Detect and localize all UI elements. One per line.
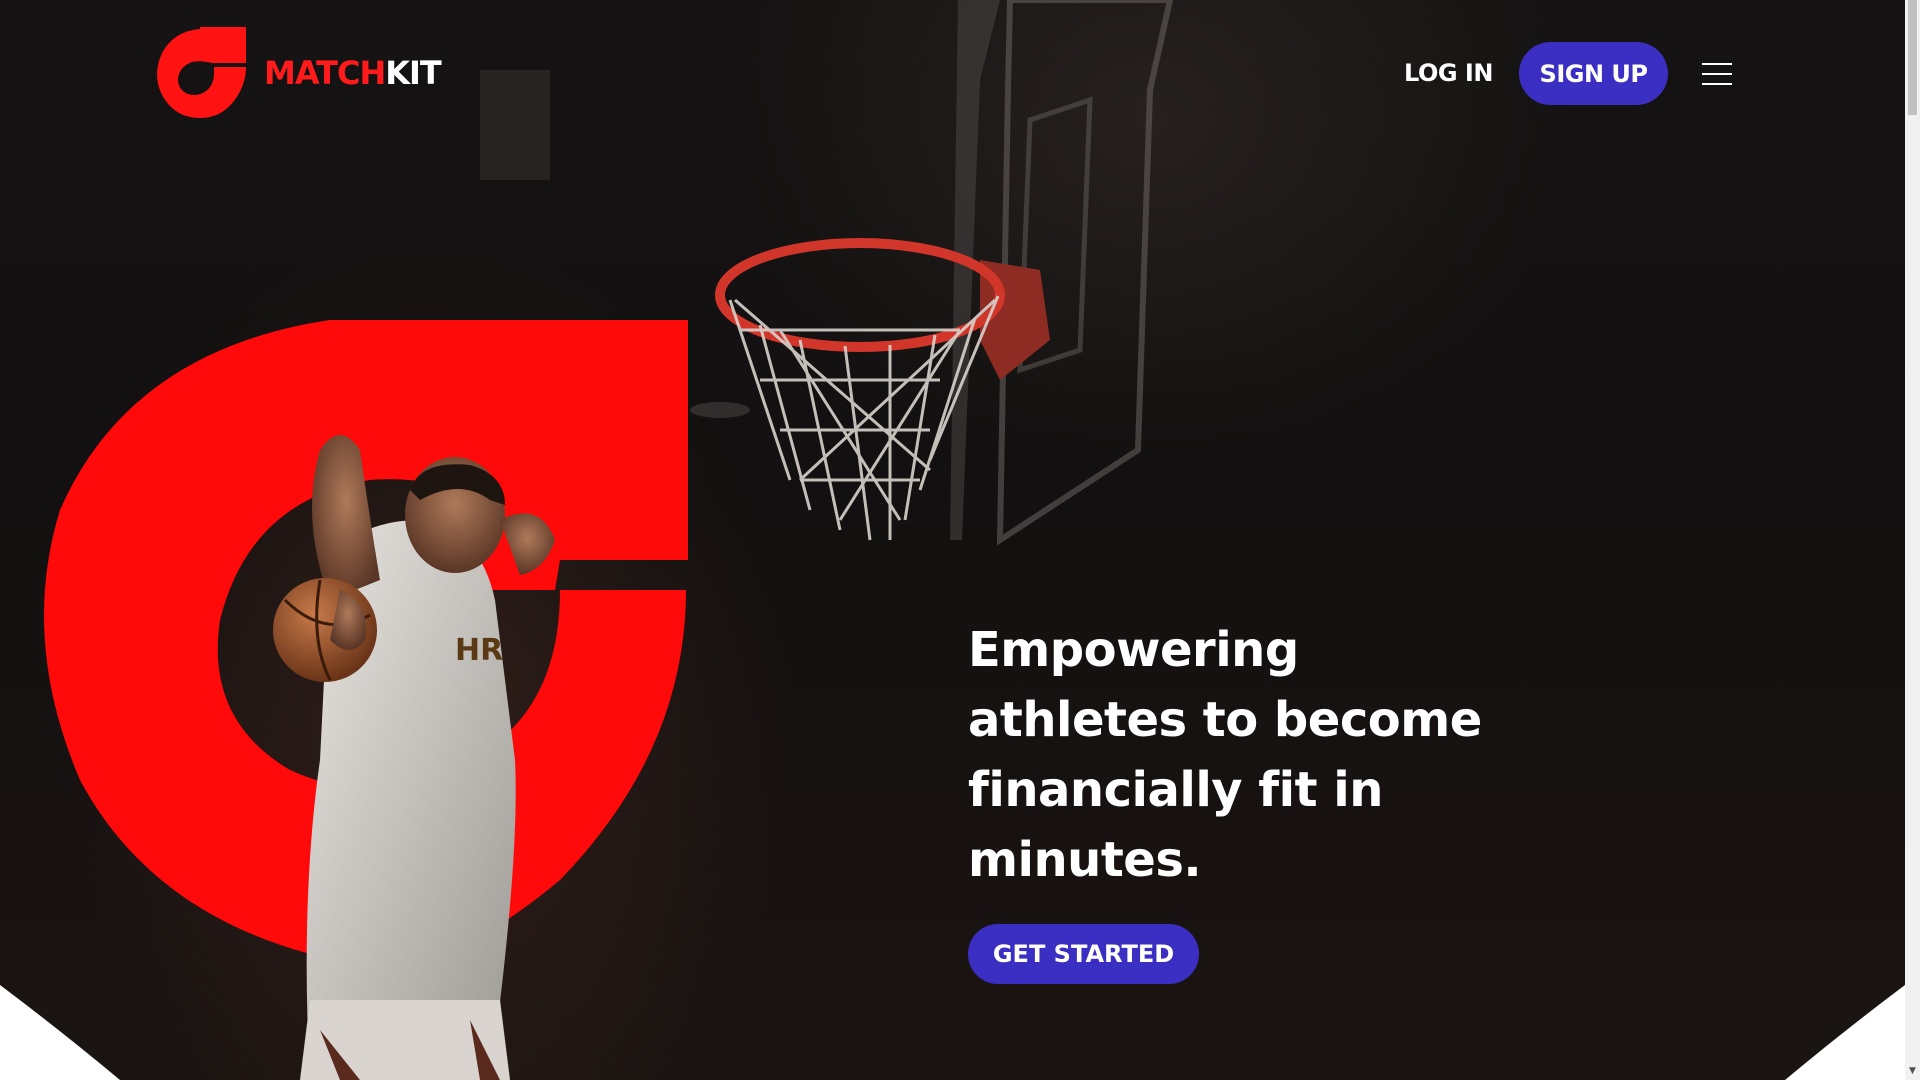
brand-name-kit: KIT — [385, 54, 442, 92]
page-scrollbar[interactable]: ▼ — [1905, 0, 1920, 1080]
login-link[interactable]: LOG IN — [1404, 56, 1493, 90]
scrollbar-thumb[interactable] — [1908, 0, 1917, 115]
brand-name-match: MATCH — [264, 54, 386, 92]
hero-background-image: HR — [44, 0, 1174, 1080]
hamburger-menu-icon[interactable] — [1700, 58, 1734, 90]
svg-text:HR: HR — [455, 633, 503, 668]
basketball-player: HR — [273, 435, 555, 1080]
brand-wordmark: MATCHKIT — [264, 54, 442, 92]
scroll-down-arrow-icon[interactable]: ▼ — [1905, 1063, 1920, 1080]
get-started-button[interactable]: GET STARTED — [968, 924, 1199, 984]
menu-line — [1702, 83, 1732, 85]
brand-logo-link[interactable]: MATCHKIT — [154, 27, 442, 119]
browser-viewport: HR MATCHKIT LOG IN SIGN UP Empowering at… — [0, 0, 1920, 1080]
hero-headline: Empowering athletes to become financiall… — [968, 622, 1482, 888]
signup-button[interactable]: SIGN UP — [1519, 42, 1668, 105]
matchkit-logo-icon — [157, 27, 246, 119]
menu-line — [1702, 73, 1732, 75]
hero-section: HR MATCHKIT LOG IN SIGN UP Empowering at… — [0, 0, 1905, 1080]
menu-line — [1702, 63, 1732, 65]
site-header: MATCHKIT LOG IN SIGN UP — [0, 0, 1905, 150]
